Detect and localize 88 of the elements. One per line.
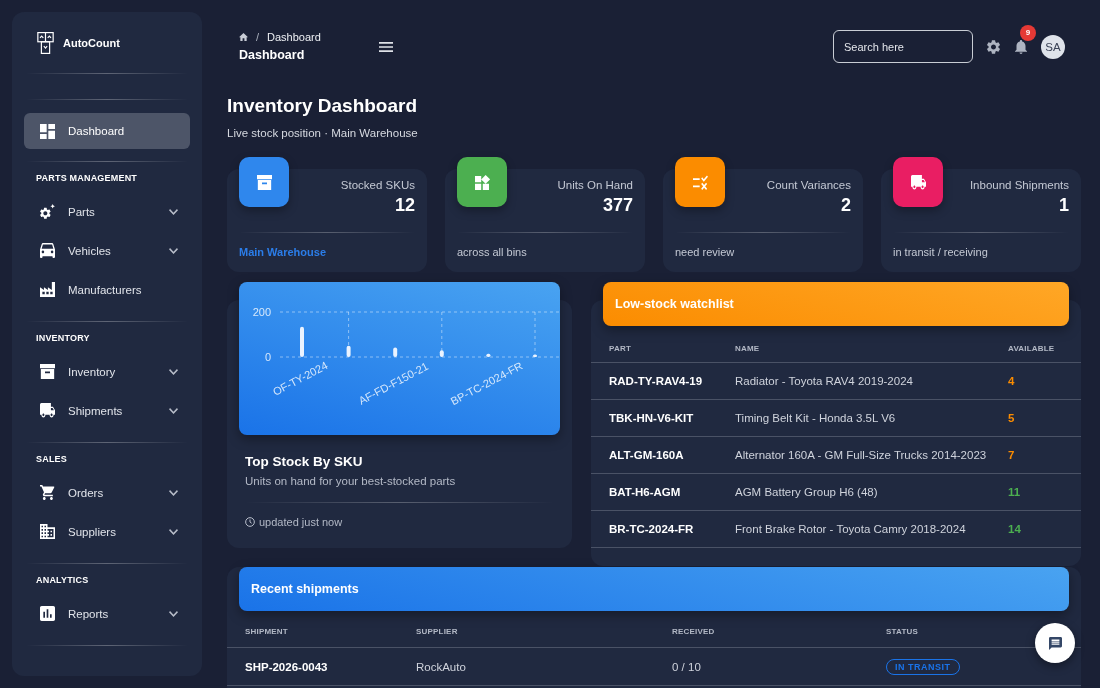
watchlist-header: Low-stock watchlist [603,282,1069,326]
stat-value: 377 [601,194,633,217]
nav-item[interactable]: Inventory [24,352,190,391]
stat-label: Stocked SKUs [340,178,415,193]
factory-icon [40,282,55,297]
clock-icon [245,517,255,527]
stat-note: in transit / receiving [893,245,988,260]
nav-item[interactable]: Vehicles [24,231,190,270]
menu-icon[interactable] [379,41,393,52]
stat-value: 1 [1058,194,1069,217]
chart-title: Top Stock By SKU [245,453,363,471]
settings-icon[interactable] [987,39,1000,54]
axis-label: 0 [264,351,271,363]
chart-bar [300,326,304,357]
column-header: PART [609,343,631,353]
box-logo-icon [37,31,54,54]
bar-chart-icon [40,606,55,621]
table-cell: Radiator - Toyota RAV4 2019-2024 [735,375,913,387]
nav-item[interactable]: Shipments [24,391,190,430]
stat-label: Count Variances [766,178,851,193]
table-cell: TBK-HN-V6-KIT [609,412,694,424]
page-title: Dashboard [239,47,305,64]
dashboard-subtitle: Live stock position · Main Warehouse [227,126,418,141]
section-heading: SALES [36,453,67,466]
chart-bar [486,353,491,357]
chart-bar [346,345,351,357]
notification-count: 9 [1020,24,1036,41]
chart-bar [393,347,398,357]
nav-item[interactable]: Suppliers [24,512,190,551]
car-icon [40,243,55,258]
table-cell: 7 [1008,449,1015,461]
table-cell: 4 [1008,375,1015,387]
nav-item[interactable]: Manufacturers [24,270,190,309]
stat-label: Inbound Shipments [969,178,1069,193]
table-cell: SHP-2026-0043 [245,660,328,673]
table-cell: AGM Battery Group H6 (48) [735,486,878,498]
section-heading: PARTS MANAGEMENT [36,172,138,185]
home-icon[interactable] [239,33,248,41]
stat-note: across all bins [457,245,527,260]
table-cell: Timing Belt Kit - Honda 3.5L V6 [735,412,896,424]
table-cell: Alternator 160A - GM Full-Size Trucks 2014-2023 [735,449,987,461]
table-cell: BAT-H6-AGM [609,486,681,498]
section-heading: ANALYTICS [36,574,89,587]
column-header: SHIPMENT [245,627,288,636]
stat-value: 12 [393,194,415,217]
breadcrumb-separator: / [256,31,260,43]
chart-bar [533,354,537,357]
nav-item[interactable]: Orders [24,473,190,512]
shipments-header: Recent shipments [239,567,1069,611]
table-cell: BR-TC-2024-FR [609,523,694,535]
table-cell: ALT-GM-160A [609,449,684,461]
cart-icon [40,485,55,500]
warehouse-link[interactable]: Main Warehouse [239,244,326,260]
column-header: RECEIVED [672,627,715,636]
table-cell: 0 / 10 [672,660,701,673]
nav-item[interactable]: Parts [24,192,190,231]
nav-item[interactable]: Reports [24,594,190,633]
archive-box-icon [40,364,55,379]
table-cell: 11 [1008,486,1021,498]
building-icon [40,524,55,539]
table-cell: Front Brake Rotor - Toyota Camry 2018-2024 [735,523,966,535]
table-cell: RockAuto [416,660,466,673]
breadcrumb-current: Dashboard [267,31,321,43]
section-heading: INVENTORY [36,332,90,345]
table-cell: 5 [1008,412,1015,424]
update-note: updated just now [259,515,343,530]
brand-name[interactable]: AutoCount [63,36,120,49]
user-avatar[interactable]: SA [1041,34,1065,59]
chat-icon [1048,636,1062,650]
truck-icon [40,403,55,418]
search-field[interactable]: Search here [833,30,973,63]
column-header: NAME [735,343,760,353]
chart-subtitle: Units on hand for your best-stocked parts [245,474,456,489]
grid-icon [40,123,55,139]
nav-item[interactable]: Dashboard [24,113,190,149]
stat-label: Units On Hand [557,178,633,193]
table-cell: 14 [1008,523,1021,535]
gear-sparkle-icon [40,204,55,219]
stat-value: 2 [840,194,851,217]
column-header: STATUS [886,627,918,636]
column-header: AVAILABLE [1008,343,1055,353]
stat-note: need review [675,245,735,260]
dashboard-title: Inventory Dashboard [227,94,418,118]
table-cell: RAD-TY-RAV4-19 [609,375,703,387]
chart-bar [439,350,444,357]
axis-label: 200 [252,306,271,318]
column-header: SUPPLIER [416,627,458,636]
bell-icon[interactable] [1015,39,1027,54]
